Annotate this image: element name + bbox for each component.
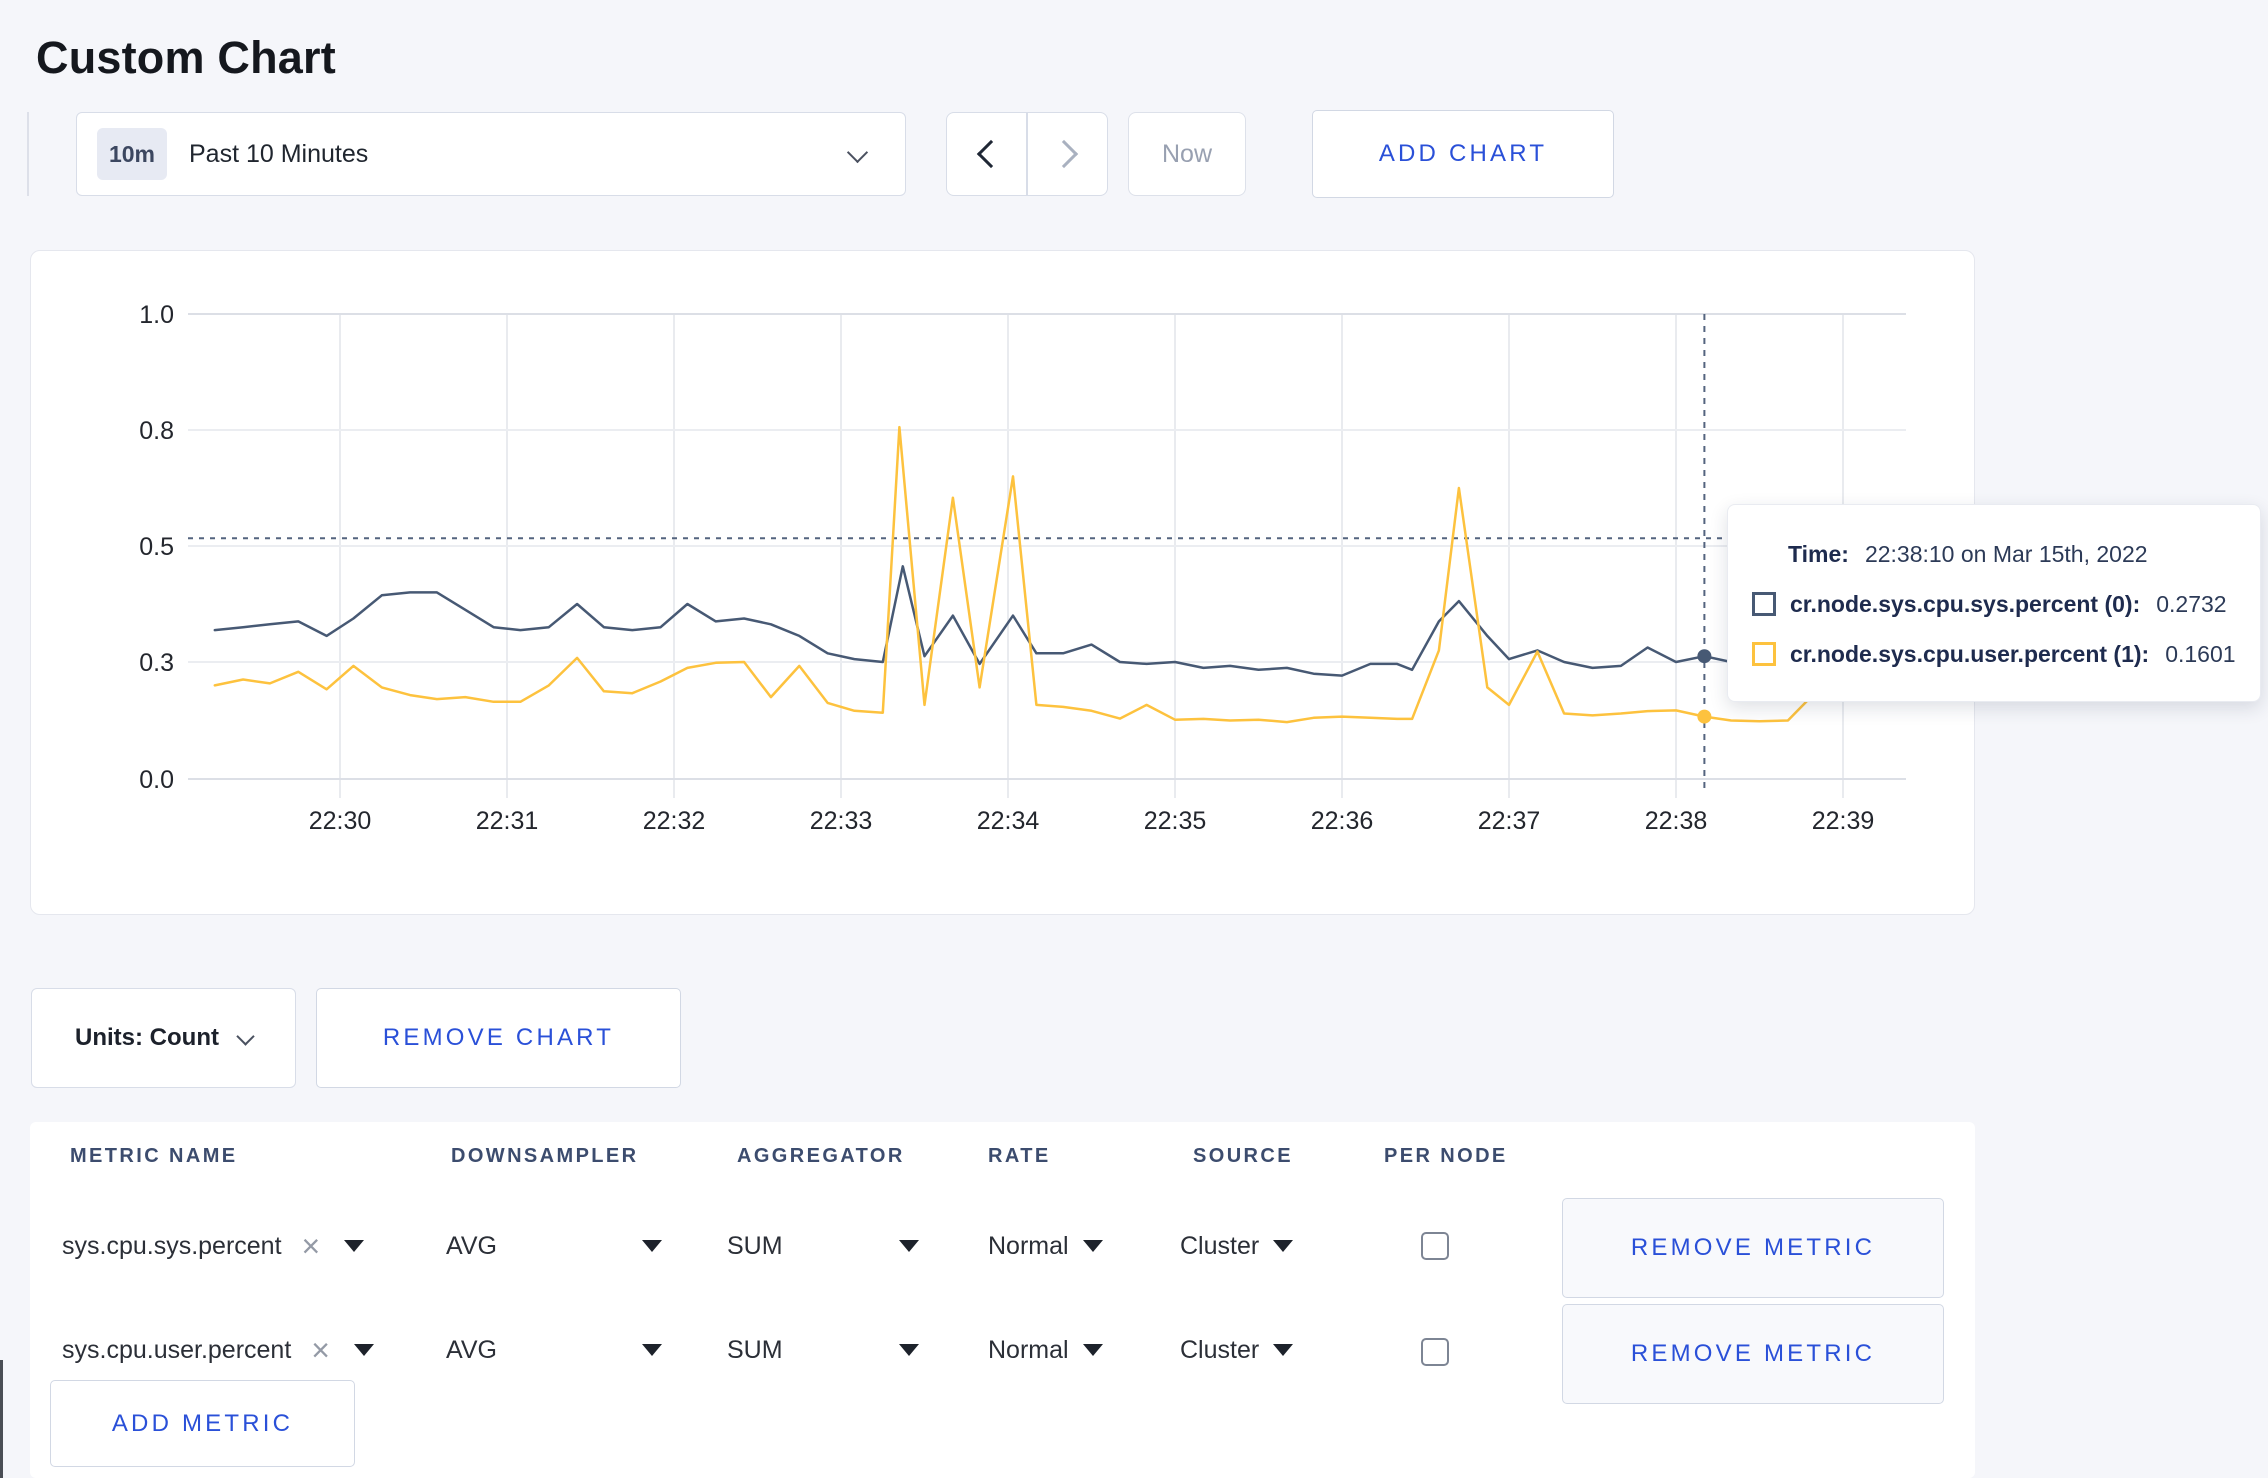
caret-down-icon (353, 1344, 374, 1356)
chevron-left-icon (976, 139, 1005, 169)
per-node-checkbox[interactable] (1421, 1232, 1449, 1260)
source-value: Cluster (1180, 1231, 1260, 1260)
series-user-swatch-icon (1752, 642, 1776, 666)
col-header-metric-name: METRIC NAME (70, 1144, 238, 1167)
aggregator-value: SUM (727, 1231, 783, 1260)
source-select[interactable]: Cluster (1180, 1222, 1294, 1270)
rate-value: Normal (988, 1231, 1069, 1260)
remove-chart-label: REMOVE CHART (382, 1024, 615, 1051)
caret-down-icon (1082, 1240, 1103, 1252)
svg-text:0.8: 0.8 (139, 417, 174, 445)
svg-text:22:31: 22:31 (476, 807, 539, 835)
units-label: Units: Count (75, 1024, 219, 1051)
caret-down-icon (1273, 1344, 1294, 1356)
svg-text:22:36: 22:36 (1311, 807, 1374, 835)
svg-text:0.3: 0.3 (139, 649, 174, 677)
caret-down-icon (642, 1240, 662, 1252)
svg-text:22:32: 22:32 (643, 807, 706, 835)
svg-text:0.5: 0.5 (139, 533, 174, 561)
time-range-label: Past 10 Minutes (189, 139, 369, 168)
time-range-badge: 10m (97, 128, 167, 180)
downsampler-select[interactable]: AVG (446, 1222, 662, 1270)
now-button[interactable]: Now (1128, 112, 1246, 196)
downsampler-value: AVG (446, 1231, 497, 1260)
col-header-aggregator: AGGREGATOR (737, 1144, 905, 1167)
metric-name-select[interactable]: sys.cpu.user.percent × (62, 1326, 374, 1374)
metric-name-value: sys.cpu.user.percent (62, 1335, 292, 1364)
downsampler-select[interactable]: AVG (446, 1326, 662, 1374)
metrics-chart-svg[interactable]: 22:30 22:31 22:32 22:33 22:34 22:35 22:36 22:37… (31, 251, 1974, 914)
caret-down-icon (899, 1344, 919, 1356)
metric-name-value: sys.cpu.sys.percent (62, 1231, 282, 1260)
caret-down-icon (642, 1344, 662, 1356)
caret-down-icon (344, 1240, 365, 1252)
col-header-source: SOURCE (1193, 1144, 1293, 1167)
svg-text:22:39: 22:39 (1812, 807, 1875, 835)
tooltip-user-label: cr.node.sys.cpu.user.percent (1): (1790, 640, 2150, 667)
svg-text:22:37: 22:37 (1478, 807, 1541, 835)
col-header-downsampler: DOWNSAMPLER (451, 1144, 639, 1167)
time-step-forward-button[interactable] (1027, 112, 1108, 196)
svg-text:22:34: 22:34 (977, 807, 1040, 835)
caret-down-icon (1082, 1344, 1103, 1356)
clear-metric-icon[interactable]: × (302, 1230, 321, 1262)
remove-metric-label: REMOVE METRIC (1630, 1340, 1876, 1367)
chart-tooltip: Time: 22:38:10 on Mar 15th, 2022 cr.node… (1727, 504, 2261, 702)
units-dropdown[interactable]: Units: Count (31, 988, 296, 1088)
downsampler-value: AVG (446, 1335, 497, 1364)
tooltip-series-row: cr.node.sys.cpu.sys.percent (0): 0.2732 (1728, 579, 2260, 629)
add-metric-button[interactable]: ADD METRIC (50, 1380, 355, 1467)
aggregator-value: SUM (727, 1335, 783, 1364)
add-chart-button[interactable]: ADD CHART (1312, 110, 1614, 198)
remove-metric-label: REMOVE METRIC (1630, 1234, 1876, 1261)
svg-text:22:35: 22:35 (1144, 807, 1207, 835)
aggregator-select[interactable]: SUM (727, 1326, 919, 1374)
toolbar-left-divider (27, 112, 29, 196)
caret-down-icon (899, 1240, 919, 1252)
per-node-checkbox[interactable] (1421, 1338, 1449, 1366)
chevron-down-icon (846, 141, 869, 164)
col-header-rate: RATE (988, 1144, 1051, 1167)
tooltip-time-label: Time: (1788, 540, 1849, 567)
custom-chart-page: Custom Chart 10m Past 10 Minutes Now ADD… (0, 0, 2268, 1478)
rate-value: Normal (988, 1335, 1069, 1364)
chevron-right-icon (1049, 139, 1078, 169)
rate-select[interactable]: Normal (988, 1222, 1103, 1270)
chevron-down-icon (236, 1026, 255, 1046)
time-step-nav (946, 112, 1108, 196)
remove-metric-button[interactable]: REMOVE METRIC (1562, 1304, 1944, 1404)
tooltip-sys-label: cr.node.sys.cpu.sys.percent (0): (1790, 590, 2141, 617)
remove-metric-button[interactable]: REMOVE METRIC (1562, 1198, 1944, 1298)
clear-metric-icon[interactable]: × (311, 1334, 330, 1366)
tooltip-user-value: 0.1601 (2165, 640, 2236, 667)
caret-down-icon (1273, 1240, 1294, 1252)
tooltip-sys-value: 0.2732 (2156, 590, 2227, 617)
tooltip-time-value: 22:38:10 on Mar 15th, 2022 (1864, 540, 2148, 567)
add-metric-label: ADD METRIC (111, 1409, 294, 1437)
time-step-back-button[interactable] (946, 112, 1027, 196)
tooltip-time-row: Time: 22:38:10 on Mar 15th, 2022 (1728, 529, 2260, 579)
window-edge-artifact (0, 1360, 3, 1478)
svg-text:22:30: 22:30 (309, 807, 372, 835)
remove-chart-button[interactable]: REMOVE CHART (316, 988, 681, 1088)
source-value: Cluster (1180, 1335, 1260, 1364)
svg-text:22:38: 22:38 (1645, 807, 1708, 835)
source-select[interactable]: Cluster (1180, 1326, 1294, 1374)
rate-select[interactable]: Normal (988, 1326, 1103, 1374)
svg-text:22:33: 22:33 (810, 807, 873, 835)
metric-name-select[interactable]: sys.cpu.sys.percent × (62, 1222, 365, 1270)
chart-card: 22:30 22:31 22:32 22:33 22:34 22:35 22:36 22:37… (30, 250, 1975, 915)
svg-text:0.0: 0.0 (139, 766, 174, 794)
time-range-dropdown[interactable]: 10m Past 10 Minutes (76, 112, 906, 196)
svg-text:1.0: 1.0 (139, 301, 174, 329)
series-sys-swatch-icon (1752, 592, 1776, 616)
page-title: Custom Chart (36, 32, 336, 84)
aggregator-select[interactable]: SUM (727, 1222, 919, 1270)
now-button-label: Now (1161, 139, 1212, 168)
add-chart-label: ADD CHART (1378, 140, 1548, 167)
tooltip-series-row: cr.node.sys.cpu.user.percent (1): 0.1601 (1728, 629, 2260, 679)
col-header-per-node: PER NODE (1384, 1144, 1508, 1167)
